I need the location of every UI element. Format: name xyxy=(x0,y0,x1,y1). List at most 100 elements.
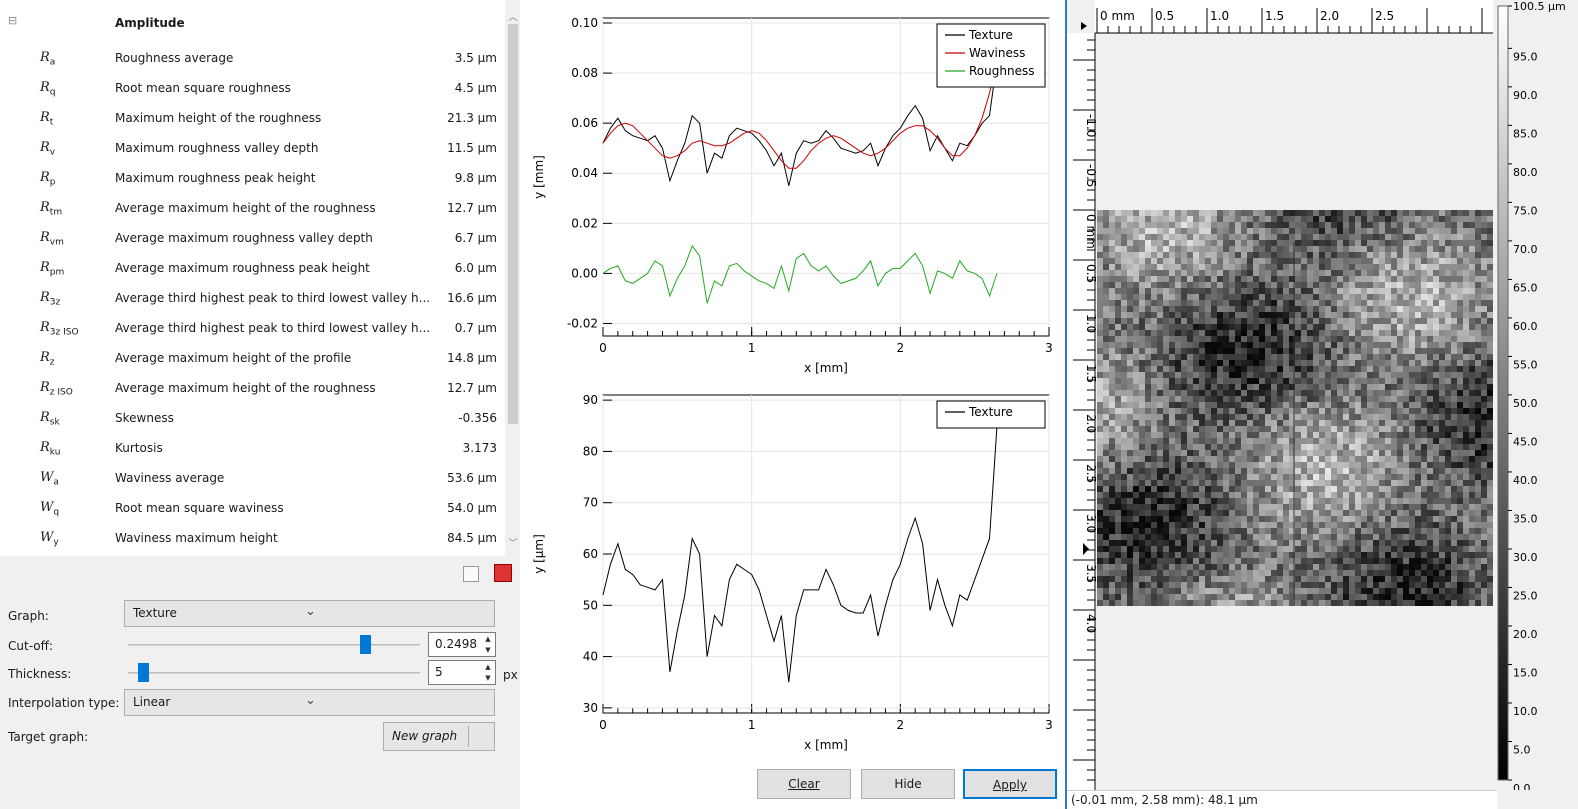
spin-up-icon[interactable]: ▲ xyxy=(482,662,494,673)
texture-pixel xyxy=(1223,300,1229,306)
texture-pixel xyxy=(1175,516,1181,522)
surface-image-view[interactable]: 0 mm 0.5 1.0 1.5 2.0 2.5-1.0-0.50 mm0.51.01.5… xyxy=(1067,0,1578,790)
texture-pixel xyxy=(1463,246,1469,252)
texture-pixel xyxy=(1097,486,1103,492)
texture-pixel xyxy=(1487,384,1493,390)
parameter-row[interactable]: Rv Maximum roughness valley depth 11.5 µm xyxy=(0,133,505,163)
texture-pixel xyxy=(1241,552,1247,558)
parameter-row[interactable]: Rz ISO Average maximum height of the roug… xyxy=(0,373,505,403)
parameter-row[interactable]: Wa Waviness average 53.6 µm xyxy=(0,463,505,493)
texture-pixel xyxy=(1277,480,1283,486)
apply-button[interactable]: Apply xyxy=(963,769,1057,799)
texture-pixel xyxy=(1475,516,1481,522)
texture-pixel xyxy=(1217,450,1223,456)
texture-pixel xyxy=(1481,366,1487,372)
texture-pixel xyxy=(1427,210,1433,216)
parameter-row[interactable]: Rku Kurtosis 3.173 xyxy=(0,433,505,463)
hide-button[interactable]: Hide xyxy=(861,769,955,799)
texture-pixel xyxy=(1199,270,1205,276)
texture-pixel xyxy=(1283,468,1289,474)
texture-pixel xyxy=(1433,420,1439,426)
parameter-row[interactable]: Rsk Skewness -0.356 xyxy=(0,403,505,433)
texture-pixel xyxy=(1181,294,1187,300)
export-icon[interactable] xyxy=(463,566,479,582)
cutoff-slider-track[interactable] xyxy=(128,644,420,646)
texture-pixel xyxy=(1391,510,1397,516)
texture-pixel xyxy=(1265,510,1271,516)
parameter-row[interactable]: Wq Root mean square waviness 54.0 µm xyxy=(0,493,505,523)
texture-pixel xyxy=(1325,252,1331,258)
thickness-slider-track[interactable] xyxy=(128,672,420,674)
collapse-icon[interactable]: ⊟ xyxy=(8,14,17,27)
texture-pixel xyxy=(1361,582,1367,588)
texture-pixel xyxy=(1097,570,1103,576)
parameter-row[interactable]: R3z ISO Average third highest peak to thi… xyxy=(0,313,505,343)
parameter-row[interactable]: Rtm Average maximum height of the roughne… xyxy=(0,193,505,223)
texture-pixel xyxy=(1331,324,1337,330)
texture-pixel xyxy=(1361,240,1367,246)
texture-pixel xyxy=(1271,492,1277,498)
texture-pixel xyxy=(1241,288,1247,294)
texture-pixel xyxy=(1319,522,1325,528)
texture-pixel xyxy=(1295,216,1301,222)
scroll-down-icon[interactable]: ﹀ xyxy=(507,536,519,549)
texture-pixel xyxy=(1163,558,1169,564)
texture-pixel xyxy=(1331,426,1337,432)
clear-button[interactable]: Clear xyxy=(757,769,851,799)
texture-pixel xyxy=(1157,324,1163,330)
texture-pixel xyxy=(1319,546,1325,552)
texture-pixel xyxy=(1223,288,1229,294)
target-graph-button[interactable]: New graph xyxy=(383,722,495,751)
cutoff-slider-thumb[interactable] xyxy=(359,635,371,654)
parameter-row[interactable]: Rq Root mean square roughness 4.5 µm xyxy=(0,73,505,103)
parameter-row[interactable]: Rpm Average maximum roughness peak height… xyxy=(0,253,505,283)
texture-pixel xyxy=(1199,486,1205,492)
texture-pixel xyxy=(1457,234,1463,240)
scrollbar[interactable]: ︿ ﹀ xyxy=(505,0,520,556)
scroll-thumb[interactable] xyxy=(508,24,518,424)
graph-combo[interactable]: Texture ⌄ xyxy=(124,600,495,627)
parameter-row[interactable]: Rz Average maximum height of the profile 1… xyxy=(0,343,505,373)
parameter-row[interactable]: Ra Roughness average 3.5 µm xyxy=(0,43,505,73)
texture-pixel xyxy=(1211,432,1217,438)
texture-pixel xyxy=(1229,534,1235,540)
texture-pixel xyxy=(1373,516,1379,522)
texture-pixel xyxy=(1169,228,1175,234)
texture-pixel xyxy=(1319,396,1325,402)
parameter-row[interactable]: R3z Average third highest peak to third l… xyxy=(0,283,505,313)
spin-up-icon[interactable]: ▲ xyxy=(482,634,494,645)
thickness-spinbox[interactable]: 5 ▲ ▼ xyxy=(428,660,496,685)
texture-pixel xyxy=(1187,336,1193,342)
texture-pixel xyxy=(1349,474,1355,480)
texture-pixel xyxy=(1355,330,1361,336)
parameter-row[interactable]: Rvm Average maximum roughness valley dept… xyxy=(0,223,505,253)
texture-pixel xyxy=(1397,570,1403,576)
texture-pixel xyxy=(1373,282,1379,288)
parameter-row[interactable]: Wy Waviness maximum height 84.5 µm xyxy=(0,523,505,553)
texture-pixel xyxy=(1277,372,1283,378)
texture-pixel xyxy=(1457,378,1463,384)
cutoff-spinbox[interactable]: 0.2498 ▲ ▼ xyxy=(428,632,496,657)
parameter-row[interactable]: Rt Maximum height of the roughness 21.3 µm xyxy=(0,103,505,133)
thickness-slider-thumb[interactable] xyxy=(137,663,149,682)
texture-pixel xyxy=(1439,372,1445,378)
texture-pixel xyxy=(1157,252,1163,258)
scroll-up-icon[interactable]: ︿ xyxy=(507,10,519,23)
texture-pixel xyxy=(1127,330,1133,336)
parameter-row[interactable]: Rp Maximum roughness peak height 9.8 µm xyxy=(0,163,505,193)
texture-pixel xyxy=(1253,258,1259,264)
spin-down-icon[interactable]: ▼ xyxy=(482,645,494,656)
texture-pixel xyxy=(1097,480,1103,486)
texture-pixel xyxy=(1235,264,1241,270)
texture-pixel xyxy=(1181,264,1187,270)
texture-pixel xyxy=(1373,342,1379,348)
texture-pixel xyxy=(1319,294,1325,300)
texture-pixel xyxy=(1451,366,1457,372)
texture-pixel xyxy=(1109,570,1115,576)
texture-pixel xyxy=(1175,510,1181,516)
spin-down-icon[interactable]: ▼ xyxy=(482,673,494,684)
save-icon[interactable] xyxy=(494,564,512,582)
texture-pixel xyxy=(1307,300,1313,306)
section-title: Amplitude xyxy=(115,16,185,30)
interpolation-combo[interactable]: Linear ⌄ xyxy=(124,689,495,716)
